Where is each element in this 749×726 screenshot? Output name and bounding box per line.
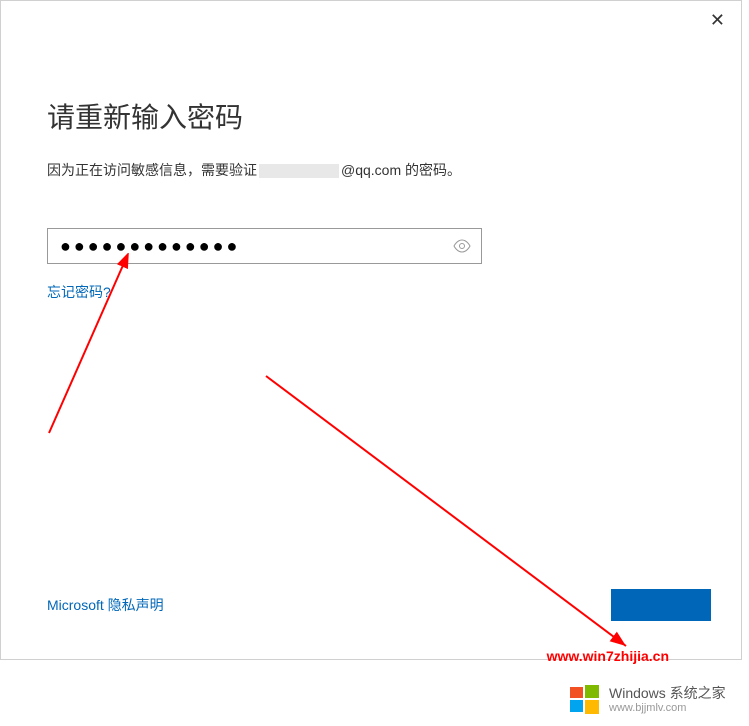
watermark-brand-main: Windows 系统之家 [609,685,726,702]
forgot-password-link[interactable]: 忘记密码? [47,282,111,302]
windows-logo-icon [567,682,603,718]
subtitle-suffix: 的密码。 [401,162,461,178]
privacy-link[interactable]: Microsoft 隐私声明 [47,595,164,615]
close-button[interactable]: ✕ [710,11,725,29]
dialog-subtitle: 因为正在访问敏感信息，需要验证 @qq.com 的密码。 [47,160,695,180]
password-input[interactable] [47,228,482,264]
password-dialog: ✕ 请重新输入密码 因为正在访问敏感信息，需要验证 @qq.com 的密码。 忘记… [0,0,742,660]
subtitle-prefix: 因为正在访问敏感信息，需要验证 [47,162,257,178]
close-icon: ✕ [710,10,725,30]
password-field-wrapper [47,228,482,264]
dialog-title: 请重新输入密码 [47,96,695,136]
redacted-email-user [259,164,339,178]
eye-icon [453,239,471,253]
next-button[interactable] [611,589,711,621]
watermark-text: Windows 系统之家 www.bjjmlv.com [609,685,726,715]
email-suffix: @qq.com [341,162,401,178]
annotation-arrow-2 [261,371,641,671]
dialog-content: 请重新输入密码 因为正在访问敏感信息，需要验证 @qq.com 的密码。 忘记密码… [1,1,741,302]
reveal-password-icon[interactable] [452,236,472,256]
watermark-brand-sub: www.bjjmlv.com [609,702,726,715]
watermark-url: www.win7zhijia.cn [547,648,669,664]
watermark-brand: Windows 系统之家 www.bjjmlv.com [559,674,749,726]
